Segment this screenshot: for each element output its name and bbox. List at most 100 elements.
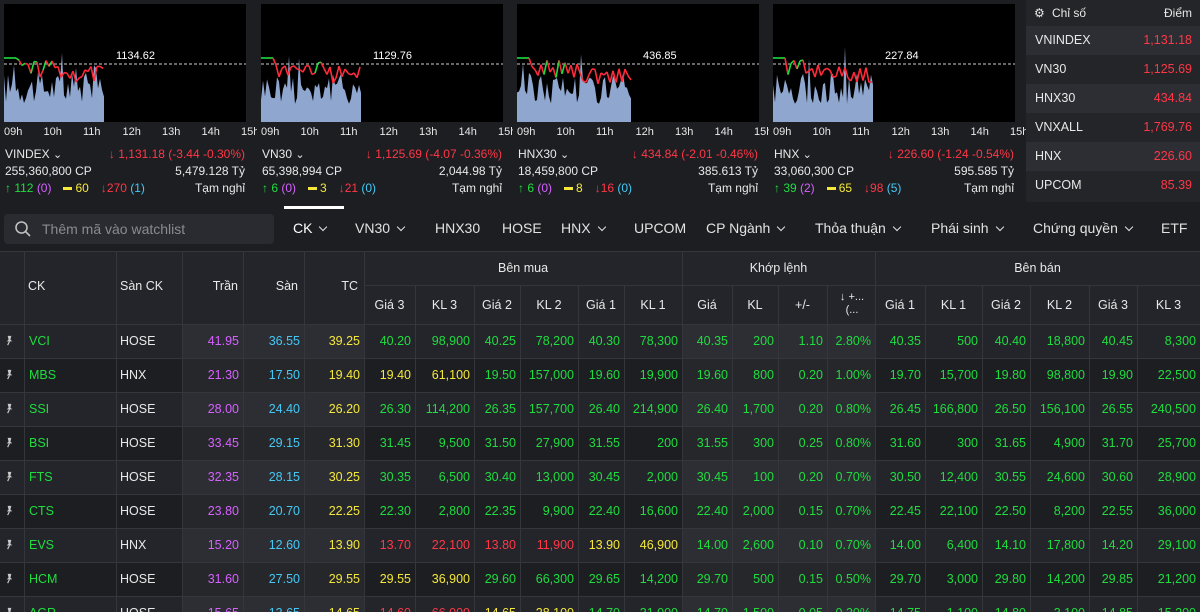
cell-mp: 26.40 [696,402,728,416]
tab-phái-sinh[interactable]: Phái sinh [931,220,1004,236]
group-match: Khớp lệnh [749,261,808,275]
chevron-down-icon [319,222,328,232]
table-row[interactable]: VCI HOSE 41.95 36.55 39.25 40.20 98,900 40.25 78… [0,324,1200,358]
col-percent-change[interactable]: ↓ +... (... [830,291,874,317]
cell-ck[interactable]: HCM [29,562,121,596]
table-row[interactable]: SSI HOSE 28.00 24.40 26.20 26.30 114,200 26.35 1… [0,392,1200,426]
price-board: CK Sàn CK Trần Sàn TC Bên mua Khớp lệnh Bên bán… [0,251,1200,612]
table-row[interactable]: FTS HOSE 32.35 28.15 30.25 30.35 6,500 30.40 13,… [0,460,1200,494]
table-row[interactable]: BSI HOSE 33.45 29.15 31.30 31.45 9,500 31.50 27,… [0,426,1200,460]
hour-tick: 12h [379,126,398,138]
cell-pct: 0.70% [835,538,871,552]
cell-sv2: 18,800 [1046,334,1085,348]
index-card[interactable]: 436.85 09h 10h 11h 12h 13h 14h 15h HNX30 ⌄ ↓ 434.… [513,0,772,202]
index-name[interactable]: VINDEX [5,147,53,161]
cell-ck[interactable]: FTS [29,460,121,494]
index-row[interactable]: VN30 1,125.69 [1026,55,1200,84]
cell-ck[interactable]: MBS [29,358,121,392]
index-card[interactable]: 1129.76 09h 10h 11h 12h 13h 14h 15h VN30 ⌄ ↓ 1,12… [257,0,516,202]
floor-count: (0) [361,181,377,195]
index-card[interactable]: 227.84 09h 10h 11h 12h 13h 14h 15h HNX ⌄ ↓ 226.60… [769,0,1028,202]
tab-ck[interactable]: CK [293,220,328,236]
cell-bv1: 14,200 [639,572,678,586]
hour-tick: 14h [201,126,220,138]
cell-s3: 26.55 [1101,402,1133,416]
index-name[interactable]: HNX [774,147,803,161]
pin-icon[interactable] [4,471,15,482]
table-row[interactable]: MBS HNX 21.30 17.50 19.40 19.40 61,100 19.50 157… [0,358,1200,392]
time-axis: 09h 10h 11h 12h 13h 14h 15h [261,126,516,140]
watchlist-search[interactable] [4,214,274,244]
tab-etf[interactable]: ETF [1161,220,1187,236]
flat-bar-icon [63,187,73,191]
trading-value: 595.585 Tỷ [954,164,1014,178]
tab-thỏa-thuận[interactable]: Thỏa thuận [815,220,902,236]
cell-ck[interactable]: BSI [29,426,121,460]
index-panel-header: ⚙ Chỉ số Điểm [1026,0,1200,26]
pin-icon[interactable] [4,573,15,584]
tab-hnx30[interactable]: HNX30 [435,220,480,236]
watchlist-search-input[interactable] [42,218,267,240]
tab-hnx[interactable]: HNX [561,220,606,236]
cell-chg: 0.20 [798,402,823,416]
cell-b1: 13.90 [588,538,620,552]
grid-line [0,324,1200,325]
table-row[interactable]: CTS HOSE 23.80 20.70 22.25 22.30 2,800 22.35 9,9… [0,494,1200,528]
pin-icon[interactable] [4,437,15,448]
pin-icon[interactable] [4,505,15,516]
table-row[interactable]: AGRHOSE15.6513.6514.6514.6066,00014.6528… [0,596,1200,612]
cell-ck[interactable]: AGR [29,596,121,612]
pin-icon[interactable] [4,607,15,612]
cell-floor: 24.40 [268,402,300,416]
table-row[interactable]: EVS HNX 15.20 12.60 13.90 13.70 22,100 13.80 11,… [0,528,1200,562]
chevron-down-icon[interactable]: ⌄ [295,149,304,161]
hour-tick: 12h [891,126,910,138]
pin-icon[interactable] [4,403,15,414]
cell-sv2: 14,200 [1046,572,1085,586]
cell-s3: 19.90 [1101,368,1133,382]
cell-b3: 13.70 [379,538,411,552]
index-name[interactable]: VN30 [262,147,295,161]
chevron-down-icon[interactable]: ⌄ [560,149,569,161]
index-row[interactable]: VNXALL 1,769.76 [1026,113,1200,142]
index-row[interactable]: VNINDEX 1,131.18 [1026,26,1200,55]
cell-sv3: 240,500 [1150,402,1196,416]
col-bid-vol-1: KL 1 [640,298,666,312]
cell-ck[interactable]: SSI [29,392,121,426]
tab-upcom[interactable]: UPCOM [634,220,686,236]
advancers: ↑ 39 [774,181,801,195]
cell-mv: 200 [753,334,774,348]
cell-bv3: 6,500 [438,470,470,484]
tab-hose[interactable]: HOSE [502,220,542,236]
pin-icon[interactable] [4,335,15,346]
hour-tick: 11h [83,126,101,138]
tab-vn30[interactable]: VN30 [355,220,406,236]
cell-b1: 29.65 [588,572,620,586]
cell-ck[interactable]: EVS [29,528,121,562]
index-card[interactable]: 1134.62 09h 10h 11h 12h 13h 14h 15h VINDEX ⌄ ↓ 1,… [0,0,259,202]
tab-cp-ngành[interactable]: CP Ngành [706,220,786,236]
cell-ck[interactable]: VCI [29,324,121,358]
table-row[interactable]: HCM HOSE 31.60 27.50 29.55 29.55 36,900 29.60 66… [0,562,1200,596]
cell-s2: 31.65 [994,436,1026,450]
cell-mv: 300 [753,436,774,450]
cell-pct: 0.70% [835,504,871,518]
floor-count: (1) [130,181,145,195]
index-row[interactable]: HNX 226.60 [1026,142,1200,171]
chevron-down-icon[interactable]: ⌄ [803,149,812,161]
tab-chứng-quyền[interactable]: Chứng quyền [1033,220,1134,236]
hour-tick: 12h [635,126,654,138]
hour-tick: 11h [596,126,614,138]
card-breadth-row: ↑ 6 (0) 3 ↓21 (0) Tạm nghỉ [262,181,504,197]
pin-icon[interactable] [4,369,15,380]
index-row[interactable]: HNX30 434.84 [1026,84,1200,113]
index-name[interactable]: HNX30 [518,147,560,161]
cell-ck[interactable]: CTS [29,494,121,528]
flat-bar-icon [308,187,318,191]
index-row[interactable]: UPCOM 85.39 [1026,171,1200,200]
percent-header-top: +... [848,291,865,303]
decliners: ↓98 [864,181,887,195]
pin-icon[interactable] [4,539,15,550]
gear-icon[interactable]: ⚙ [1034,6,1045,20]
chevron-down-icon[interactable]: ⌄ [53,149,62,161]
